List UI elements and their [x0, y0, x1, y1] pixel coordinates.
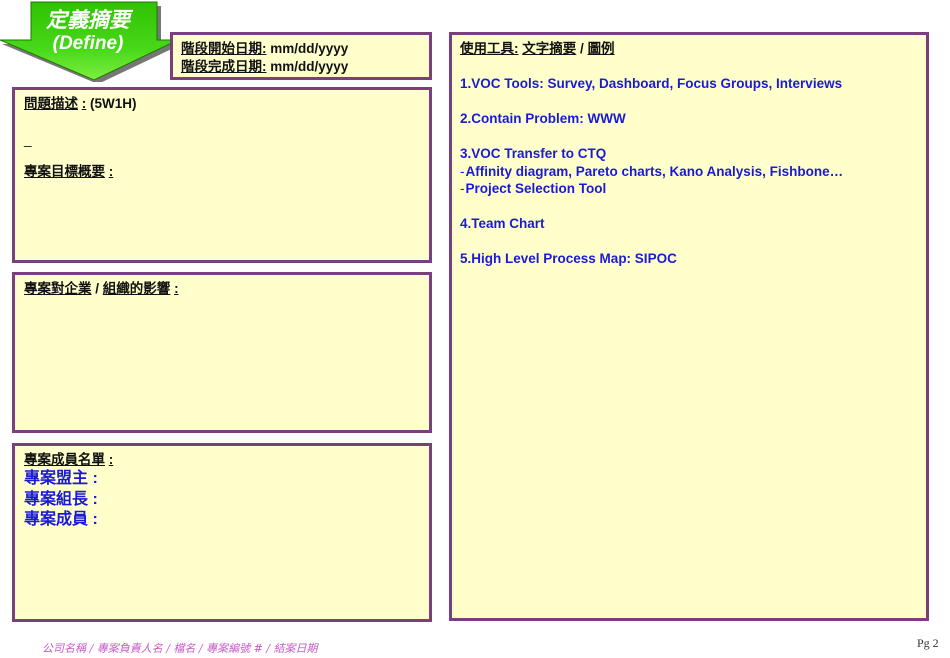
- tool-item-voc-to-ctq: 3.VOC Transfer to CTQ: [460, 146, 607, 161]
- members-label: 專案成員名單: [24, 452, 105, 467]
- problem-suffix: (5W1H): [90, 96, 137, 111]
- page-number: Pg 2: [917, 636, 939, 650]
- tools-colon: :: [514, 41, 519, 56]
- goal-heading: 專案目標概要 :: [24, 163, 420, 181]
- start-date-colon: :: [262, 41, 267, 56]
- phase-title-zh: 定義摘要: [46, 9, 130, 32]
- members-heading: 專案成員名單 :: [24, 451, 420, 469]
- goal-label: 專案目標概要: [24, 164, 105, 179]
- phase-dates-box: 階段開始日期: mm/dd/yyyy 階段完成日期: mm/dd/yyyy: [170, 32, 432, 80]
- start-date-value[interactable]: mm/dd/yyyy: [270, 41, 348, 56]
- subitem-dash: -: [460, 181, 465, 196]
- end-date-colon: :: [262, 59, 267, 74]
- problem-label: 問題描述: [24, 96, 78, 111]
- end-date-row: 階段完成日期: mm/dd/yyyy: [181, 58, 421, 76]
- tool-item-sipoc: 5.High Level Process Map: SIPOC: [460, 251, 677, 266]
- members-colon: :: [108, 452, 114, 467]
- problem-colon: :: [81, 96, 87, 111]
- subitem-affinity-text: Affinity diagram, Pareto charts, Kano An…: [465, 163, 844, 179]
- team-members-box[interactable]: 專案成員名單 : 專案盟主 : 專案組長 : 專案成員 :: [12, 443, 432, 622]
- subitem-project-selection-text: Project Selection Tool: [465, 181, 607, 196]
- tools-summary-box[interactable]: 使用工具: 文字摘要 / 圖例 1.VOC Tools: Survey, Das…: [449, 32, 929, 621]
- impact-heading: 專案對企業 / 組織的影響 :: [24, 280, 420, 298]
- start-date-label: 階段開始日期: [181, 41, 262, 56]
- impact-label-b: 組織的影響: [102, 281, 171, 296]
- tools-label-a: 使用工具: [460, 41, 514, 56]
- tool-item-contain-problem: 2.Contain Problem: WWW: [460, 111, 626, 126]
- problem-heading: 問題描述 : (5W1H): [24, 95, 420, 113]
- impact-colon: :: [174, 281, 179, 296]
- phase-title-en: (Define): [52, 33, 124, 54]
- business-impact-box[interactable]: 專案對企業 / 組織的影響 :: [12, 272, 432, 433]
- tools-heading: 使用工具: 文字摘要 / 圖例: [460, 40, 918, 58]
- define-arrow: 定義摘要 (Define): [0, 0, 180, 82]
- tool-item-team-chart: 4.Team Chart: [460, 216, 545, 231]
- tools-label-b: 文字摘要: [522, 41, 577, 56]
- footer-info: 公司名稱 / 專案負責人名 / 檔名 / 專案編號 # / 結案日期: [42, 642, 318, 655]
- impact-label-a: 專案對企業: [24, 281, 92, 296]
- start-date-row: 階段開始日期: mm/dd/yyyy: [181, 40, 421, 58]
- tool-subitem-project-selection: -Project Selection Tool: [460, 180, 918, 198]
- tool-item-voc-tools: 1.VOC Tools: Survey, Dashboard, Focus Gr…: [460, 76, 843, 91]
- team-member-line: 專案成員 :: [24, 511, 98, 528]
- sponsor-line: 專案盟主 :: [24, 470, 98, 487]
- tool-subitem-affinity: -Affinity diagram, Pareto charts, Kano A…: [460, 163, 918, 181]
- subitem-dash: -: [460, 163, 465, 179]
- end-date-label: 階段完成日期: [181, 59, 262, 74]
- problem-blank-line: _: [24, 132, 32, 147]
- tools-label-c: 圖例: [587, 41, 615, 56]
- problem-description-box[interactable]: 問題描述 : (5W1H) _ 專案目標概要 :: [12, 87, 432, 263]
- goal-colon: :: [108, 164, 114, 179]
- impact-slash: /: [95, 281, 100, 296]
- end-date-value[interactable]: mm/dd/yyyy: [270, 59, 348, 74]
- tools-slash: /: [580, 41, 584, 56]
- team-leader-line: 專案組長 :: [24, 490, 98, 508]
